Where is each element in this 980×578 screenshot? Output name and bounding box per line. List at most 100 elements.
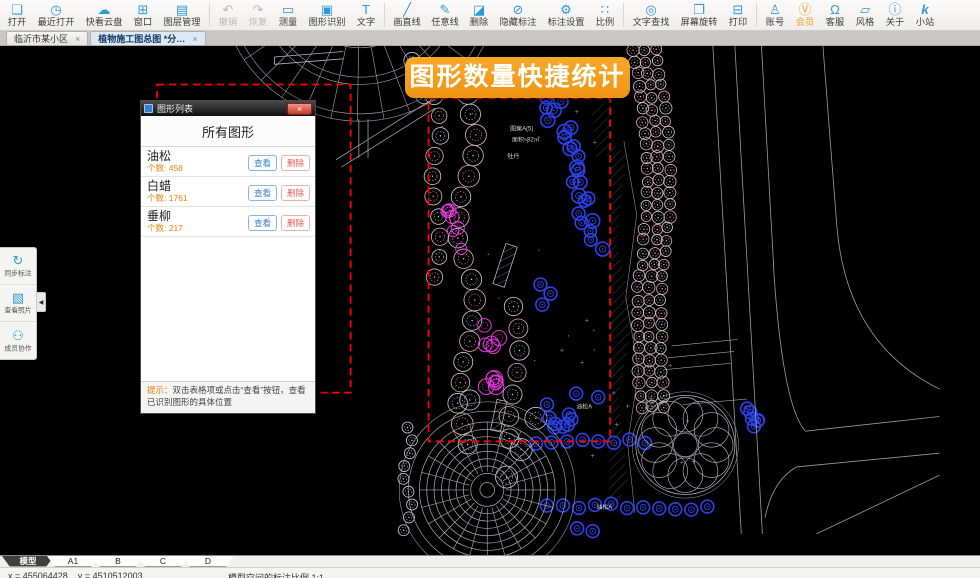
- doc-tab-label: 临沂市某小区: [14, 32, 68, 45]
- shape-row[interactable]: 油松个数: 458查看删除: [141, 147, 315, 177]
- toolbar-item-text[interactable]: T文字: [351, 0, 381, 31]
- toolbar-item-print[interactable]: ⊟打印: [723, 0, 753, 31]
- toolbar-item-label: 打开: [8, 17, 26, 27]
- annotation-scale-text: 模型空间的标注比例 1:1: [228, 571, 324, 578]
- main-toolbar: ❏打开◷最近打开☁快看云盘⊞窗口▤图层管理↶撤销↷恢复▭测量▣图形识别T文字╱画…: [0, 0, 980, 31]
- sheet-tab-D[interactable]: D: [182, 556, 234, 567]
- toolbar-item-about[interactable]: ⓘ关于: [880, 0, 910, 31]
- row-buttons: 查看删除: [248, 155, 310, 171]
- draw-line-icon: ╱: [403, 2, 411, 17]
- toolbar-item-support[interactable]: Ω客服: [820, 0, 850, 31]
- sheet-tab-C[interactable]: C: [137, 556, 189, 567]
- cursor-coordinates: x = 455064428 y = 4510512003: [8, 571, 143, 578]
- toolbar-item-find-text[interactable]: ◎文字查找: [627, 0, 675, 31]
- toolbar-item-label: 文字: [357, 17, 375, 27]
- toolbar-item-rotate-screen[interactable]: ❐屏幕旋转: [675, 0, 723, 31]
- toolbar-item-measure[interactable]: ▭测量: [273, 0, 303, 31]
- shape-row[interactable]: 白蜡个数: 1761查看删除: [141, 177, 315, 207]
- redo-icon: ↷: [253, 2, 264, 17]
- close-icon[interactable]: ×: [75, 34, 80, 44]
- canvas-label: 油松A: [576, 402, 592, 410]
- account-icon: ♙: [769, 2, 781, 17]
- sheet-tab-模型[interactable]: 模型: [2, 556, 54, 567]
- toolbar-divider: [623, 3, 624, 27]
- sidebar-item-member-collaboration[interactable]: ⚇成员协作: [0, 322, 36, 359]
- cad-canvas[interactable]: 图案A(5)面积≈82㎡牡丹油松A油松A 图形数量快捷统计 图形列表 × 所有图…: [0, 46, 980, 555]
- doc-tab[interactable]: 植物施工图总图 *分… ×: [90, 31, 205, 45]
- toolbar-item-vip[interactable]: Ⓥ会员: [790, 0, 820, 31]
- view-button[interactable]: 查看: [248, 215, 277, 231]
- panel-collapse-button[interactable]: ◀: [37, 292, 46, 312]
- toolbar-item-label: 恢复: [249, 17, 267, 27]
- delete-button[interactable]: 删除: [281, 215, 310, 231]
- find-text-icon: ◎: [645, 2, 656, 17]
- sidebar-item-sync-annotation[interactable]: ↻同步标注: [0, 248, 36, 285]
- toolbar-item-label: 图形识别: [309, 17, 346, 27]
- toolbar-item-freehand-line[interactable]: ✎任意线: [426, 0, 464, 31]
- shape-row[interactable]: 垂柳个数: 217查看删除: [141, 207, 315, 237]
- close-icon[interactable]: ×: [192, 34, 197, 44]
- toolbar-item-label: 文字查找: [633, 17, 670, 27]
- toolbar-item-label: 隐藏标注: [500, 17, 537, 27]
- toolbar-item-cloud-drive[interactable]: ☁快看云盘: [80, 0, 128, 31]
- left-tool-panel: ↻同步标注▧查看照片⚇成员协作: [0, 247, 37, 360]
- toolbar-item-draw-line[interactable]: ╱画直线: [388, 0, 426, 31]
- erase-icon: ◪: [473, 2, 485, 17]
- canvas-label: 油松A: [596, 503, 612, 511]
- delete-button[interactable]: 删除: [281, 155, 310, 171]
- rotate-screen-icon: ❐: [693, 2, 705, 17]
- toolbar-item-erase[interactable]: ◪删除: [464, 0, 494, 31]
- toolbar-item-open-file[interactable]: ❏打开: [2, 0, 32, 31]
- sidebar-item-label: 查看照片: [4, 306, 31, 315]
- toolbar-item-label: 窗口: [134, 17, 152, 27]
- doc-tab[interactable]: 临沂市某小区 ×: [6, 31, 88, 45]
- toolbar-item-annotation-settings[interactable]: ⚙标注设置: [542, 0, 590, 31]
- canvas-label: 牡丹: [507, 152, 519, 160]
- scale-ratio-icon: ∷: [601, 2, 609, 17]
- ksite-icon: k: [921, 2, 928, 17]
- sync-annotation-icon: ↻: [13, 253, 24, 268]
- sheet-tab-B[interactable]: B: [92, 556, 144, 567]
- toolbar-item-redo[interactable]: ↷恢复: [243, 0, 273, 31]
- toolbar-item-label: 会员: [796, 17, 814, 27]
- toolbar-item-label: 风格: [856, 17, 874, 27]
- toolbar-item-label: 屏幕旋转: [681, 17, 718, 27]
- dialog-header: 所有图形: [141, 116, 315, 147]
- toolbar-item-scale-ratio[interactable]: ∷比例: [590, 0, 620, 31]
- hint-prefix: 提示：: [147, 385, 173, 395]
- row-buttons: 查看删除: [248, 215, 310, 231]
- freehand-line-icon: ✎: [440, 2, 451, 17]
- toolbar-item-label: 打印: [729, 17, 747, 27]
- toolbar-item-hide-annotation[interactable]: ⊘隐藏标注: [494, 0, 542, 31]
- sheet-tab-A1[interactable]: A1: [47, 556, 99, 567]
- about-icon: ⓘ: [888, 2, 901, 17]
- hide-annotation-icon: ⊘: [513, 2, 524, 17]
- dialog-app-icon: [144, 104, 153, 113]
- toolbar-item-ksite[interactable]: k小站: [910, 0, 940, 31]
- toolbar-item-undo[interactable]: ↶撤销: [213, 0, 243, 31]
- toolbar-item-label: 快看云盘: [86, 17, 123, 27]
- view-photos-icon: ▧: [12, 290, 24, 305]
- toolbar-item-layers[interactable]: ▤图层管理: [158, 0, 206, 31]
- toolbar-item-style[interactable]: ▱风格: [850, 0, 880, 31]
- toolbar-item-label: 删除: [470, 17, 488, 27]
- toolbar-item-recent-files[interactable]: ◷最近打开: [32, 0, 80, 31]
- document-tab-bar: 临沂市某小区 × 植物施工图总图 *分… ×: [0, 31, 980, 46]
- sidebar-item-label: 成员协作: [4, 343, 31, 352]
- toolbar-item-window[interactable]: ⊞窗口: [128, 0, 158, 31]
- dialog-title-bar[interactable]: 图形列表 ×: [141, 101, 315, 116]
- doc-tab-label: 植物施工图总图 *分…: [98, 32, 185, 45]
- close-icon[interactable]: ×: [287, 103, 312, 115]
- open-file-icon: ❏: [11, 2, 23, 17]
- annotation-settings-icon: ⚙: [560, 2, 572, 17]
- text-icon: T: [362, 2, 370, 17]
- shape-list: 油松个数: 458查看删除白蜡个数: 1761查看删除垂柳个数: 217查看删除: [141, 147, 315, 381]
- view-button[interactable]: 查看: [248, 155, 277, 171]
- promo-banner: 图形数量快捷统计: [405, 57, 630, 98]
- sidebar-item-view-photos[interactable]: ▧查看照片: [0, 285, 36, 322]
- toolbar-item-account[interactable]: ♙账号: [760, 0, 790, 31]
- toolbar-item-label: 撤销: [219, 17, 237, 27]
- toolbar-item-shape-recognition[interactable]: ▣图形识别: [303, 0, 351, 31]
- view-button[interactable]: 查看: [248, 185, 277, 201]
- delete-button[interactable]: 删除: [281, 185, 310, 201]
